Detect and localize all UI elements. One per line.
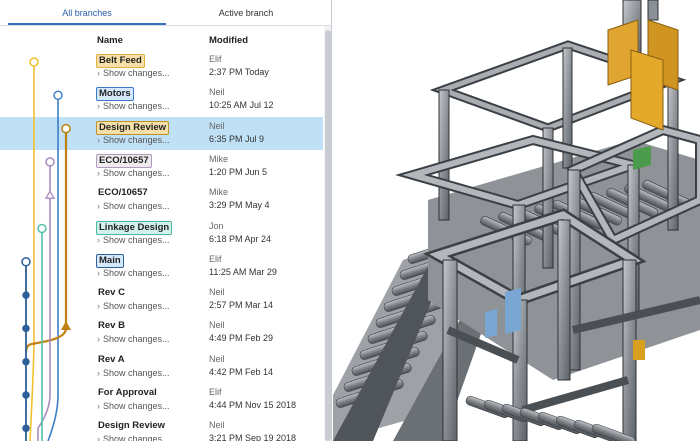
chevron-right-icon: › [97,334,100,345]
show-changes-label: Show changes... [103,401,170,411]
show-changes-label: Show changes... [103,134,170,145]
branch-name: Design Review [98,420,166,432]
active-tab-indicator [8,23,166,25]
show-changes-label: Show changes... [103,68,170,78]
show-changes-link[interactable]: › Show changes... [97,101,170,111]
chevron-right-icon: › [97,367,100,378]
show-changes-label: Show changes... [103,234,170,245]
author: Neil [209,120,225,131]
modified-time: 10:25 AM Jul 12 [209,100,274,111]
author: Neil [209,287,225,298]
branch-name: ECO/10657 [96,153,152,168]
author: Jon [209,220,224,231]
show-changes-label: Show changes... [103,334,170,345]
column-header-name[interactable]: Name [97,35,123,46]
commit-node[interactable] [22,391,30,399]
conveyor-assembly-model [333,0,700,441]
modified-time: 2:57 PM Mar 14 [209,300,274,311]
show-changes-label: Show changes... [103,101,170,112]
show-changes-label: Show changes... [103,201,170,212]
commit-node[interactable] [22,357,30,366]
show-changes-link[interactable]: › Show changes... [97,135,170,145]
branch-line-eco [37,161,51,441]
branch-node[interactable] [53,90,63,101]
author: Elif [209,253,222,264]
commit-node[interactable] [22,324,30,333]
branch-node[interactable] [61,123,71,134]
author: Elif [209,387,222,397]
author: Neil [209,353,225,364]
branch-name: Main [96,253,124,268]
author: Neil [209,87,225,98]
show-changes-label: Show changes... [103,301,170,312]
show-changes-link[interactable]: › Show changes... [97,434,170,441]
branch-node[interactable] [45,157,55,167]
chevron-right-icon: › [97,301,100,312]
branch-node[interactable] [29,57,39,67]
show-changes-label: Show changes... [103,167,170,178]
show-changes-link[interactable]: › Show changes... [97,168,170,178]
author: Elif [209,54,222,64]
show-changes-link[interactable]: › Show changes... [97,235,170,245]
branch-name: Linkage Design [96,220,173,235]
branch-node[interactable] [21,257,31,267]
branch-node[interactable] [37,223,47,234]
branch-line-belt-feed [29,62,35,441]
version-marker[interactable] [44,189,56,199]
show-changes-link[interactable]: › Show changes... [97,268,170,278]
show-changes-label: Show changes... [103,267,170,278]
show-changes-link[interactable]: › Show changes... [97,68,170,78]
show-changes-link[interactable]: › Show changes... [97,401,170,411]
branch-name: Rev B [98,320,125,332]
show-changes-link[interactable]: › Show changes... [97,334,170,344]
column-header-modified[interactable]: Modified [209,35,248,46]
branch-name: ECO/10657 [98,187,148,199]
branch-panel: All branches Active branch Name Modified… [0,0,332,441]
branch-name: Design Review [96,120,170,135]
show-changes-link[interactable]: › Show changes... [97,301,170,311]
chevron-right-icon: › [97,434,100,441]
scrollbar-thumb[interactable] [325,30,331,441]
commit-node[interactable] [22,424,30,433]
show-changes-label: Show changes... [103,367,170,378]
author: Mike [209,153,229,164]
version-marker[interactable] [60,321,72,331]
modified-time: 11:25 AM Mar 29 [209,266,277,277]
branch-name: Motors [96,87,134,102]
modified-time: 4:44 PM Nov 15 2018 [209,400,297,410]
tab-active-branch[interactable]: Active branch [166,0,326,26]
author: Neil [209,320,225,331]
author: Neil [209,420,225,431]
chevron-right-icon: › [97,201,100,212]
show-changes-label: Show changes... [103,434,170,441]
chevron-right-icon: › [97,234,100,245]
modified-time: 3:21 PM Sep 19 2018 [209,433,297,441]
chevron-right-icon: › [97,401,100,411]
modified-time: 6:18 PM Apr 24 [209,233,272,244]
branch-graph [21,57,72,441]
modified-time: 4:49 PM Feb 29 [209,333,274,344]
scrollbar[interactable] [324,26,331,441]
modified-time: 2:37 PM Today [209,67,269,77]
3d-viewport[interactable] [333,0,700,441]
modified-time: 1:20 PM Jun 5 [209,166,268,177]
tab-bar: All branches Active branch [0,0,331,26]
chevron-right-icon: › [97,167,100,178]
branch-name: Rev C [98,287,125,299]
chevron-right-icon: › [97,101,100,112]
branch-name: Belt Feed [96,54,145,68]
commit-node[interactable] [22,291,30,299]
chevron-right-icon: › [97,267,100,278]
chevron-right-icon: › [97,68,100,78]
chevron-right-icon: › [97,134,100,145]
show-changes-link[interactable]: › Show changes... [97,368,170,378]
branch-name: Rev A [98,353,125,365]
author: Mike [209,187,229,198]
modified-time: 6:35 PM Jul 9 [209,133,265,144]
branch-name: For Approval [98,387,157,398]
modified-time: 3:29 PM May 4 [209,200,270,211]
show-changes-link[interactable]: › Show changes... [97,201,170,211]
modified-time: 4:42 PM Feb 14 [209,366,274,377]
